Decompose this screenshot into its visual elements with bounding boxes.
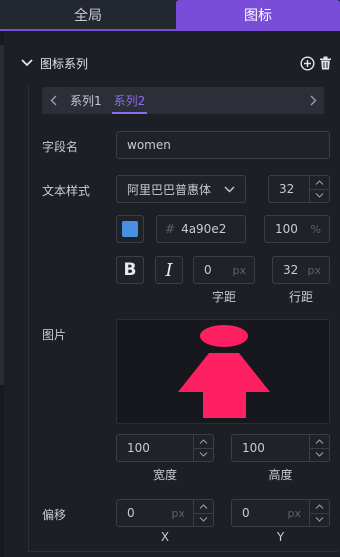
image-label: 图片 — [42, 328, 67, 342]
letter-spacing-unit: px — [232, 263, 247, 277]
add-circle-icon[interactable] — [300, 55, 315, 71]
section-header[interactable]: 图标系列 — [14, 52, 332, 74]
line-height-value: 32 — [283, 263, 299, 277]
chevron-down-icon — [224, 186, 245, 193]
image-height-value: 100 — [242, 441, 265, 455]
chevron-up-icon[interactable] — [310, 176, 329, 189]
offset-y-unit: px — [287, 506, 302, 520]
letter-spacing-label: 字距 — [211, 290, 236, 304]
stepper — [193, 435, 213, 461]
stepper — [309, 500, 329, 526]
tab-underline — [0, 29, 340, 31]
offset-y-stepper[interactable]: 0 px — [231, 499, 330, 527]
hash-prefix: # — [165, 222, 176, 236]
offset-label: 偏移 — [42, 508, 67, 522]
image-width-value: 100 — [127, 441, 150, 455]
scrollbar[interactable] — [0, 31, 4, 557]
text-style-label: 文本样式 — [42, 184, 91, 198]
chevron-down-icon[interactable] — [20, 56, 34, 70]
field-name-input[interactable]: women — [116, 131, 330, 159]
image-preview[interactable] — [116, 319, 330, 424]
image-height-label: 高度 — [268, 468, 293, 482]
scrollbar-thumb[interactable] — [0, 45, 4, 385]
chevron-up-icon[interactable] — [310, 435, 329, 448]
line-height-unit: px — [307, 263, 322, 277]
chevron-up-icon[interactable] — [310, 500, 329, 513]
chevron-down-icon[interactable] — [310, 512, 329, 527]
stepper — [309, 176, 329, 202]
series-tab-1[interactable]: 系列1 — [64, 87, 108, 114]
top-tabs: 全局 图标 — [0, 0, 340, 31]
chevron-left-icon[interactable] — [42, 87, 64, 114]
offset-y-value: 0 — [242, 506, 250, 520]
tab-icon[interactable]: 图标 — [176, 0, 340, 29]
field-name-label: 字段名 — [42, 140, 79, 154]
image-width-stepper[interactable]: 100 — [116, 434, 214, 462]
font-family-select[interactable]: 阿里巴巴普惠体 — [116, 175, 246, 203]
chevron-up-icon[interactable] — [194, 435, 213, 448]
letter-spacing-input[interactable]: 0 px — [193, 256, 255, 284]
offset-x-stepper[interactable]: 0 px — [116, 499, 214, 527]
offset-x-label: X — [160, 530, 170, 544]
series-tab-2[interactable]: 系列2 — [108, 87, 152, 114]
opacity-value: 100 — [275, 222, 298, 236]
stepper — [309, 435, 329, 461]
chevron-down-icon[interactable] — [310, 447, 329, 462]
opacity-input[interactable]: 100 % — [264, 215, 330, 243]
font-family-value: 阿里巴巴普惠体 — [127, 182, 212, 197]
field-name-value: women — [127, 138, 171, 152]
chevron-down-icon[interactable] — [310, 188, 329, 203]
color-swatch — [122, 221, 138, 237]
chevron-up-icon[interactable] — [194, 500, 213, 513]
color-swatch-button[interactable] — [116, 215, 144, 243]
series-switcher: 系列1 系列2 — [42, 87, 324, 114]
image-height-stepper[interactable]: 100 — [231, 434, 330, 462]
offset-x-value: 0 — [127, 506, 135, 520]
bold-label: B — [123, 260, 137, 280]
color-hex-value: 4a90e2 — [181, 222, 227, 236]
opacity-unit: % — [310, 222, 321, 236]
bold-button[interactable]: B — [116, 256, 144, 284]
offset-y-label: Y — [276, 530, 285, 544]
section-title: 图标系列 — [40, 56, 89, 71]
letter-spacing-value: 0 — [204, 263, 212, 277]
tab-global[interactable]: 全局 — [0, 0, 176, 29]
chevron-right-icon[interactable] — [302, 87, 324, 114]
italic-button[interactable]: I — [155, 256, 183, 284]
chevron-down-icon[interactable] — [194, 512, 213, 527]
font-size-value: 32 — [279, 182, 295, 196]
color-hex-input[interactable]: # 4a90e2 — [156, 215, 246, 243]
chevron-down-icon[interactable] — [194, 447, 213, 462]
line-height-input[interactable]: 32 px — [272, 256, 330, 284]
line-height-label: 行距 — [288, 290, 313, 304]
image-width-label: 宽度 — [152, 468, 177, 482]
female-figure-icon — [178, 325, 270, 418]
stepper — [193, 500, 213, 526]
trash-icon[interactable] — [319, 56, 332, 70]
italic-label: I — [165, 259, 173, 281]
font-size-stepper[interactable]: 32 — [268, 175, 330, 203]
offset-x-unit: px — [171, 506, 186, 520]
